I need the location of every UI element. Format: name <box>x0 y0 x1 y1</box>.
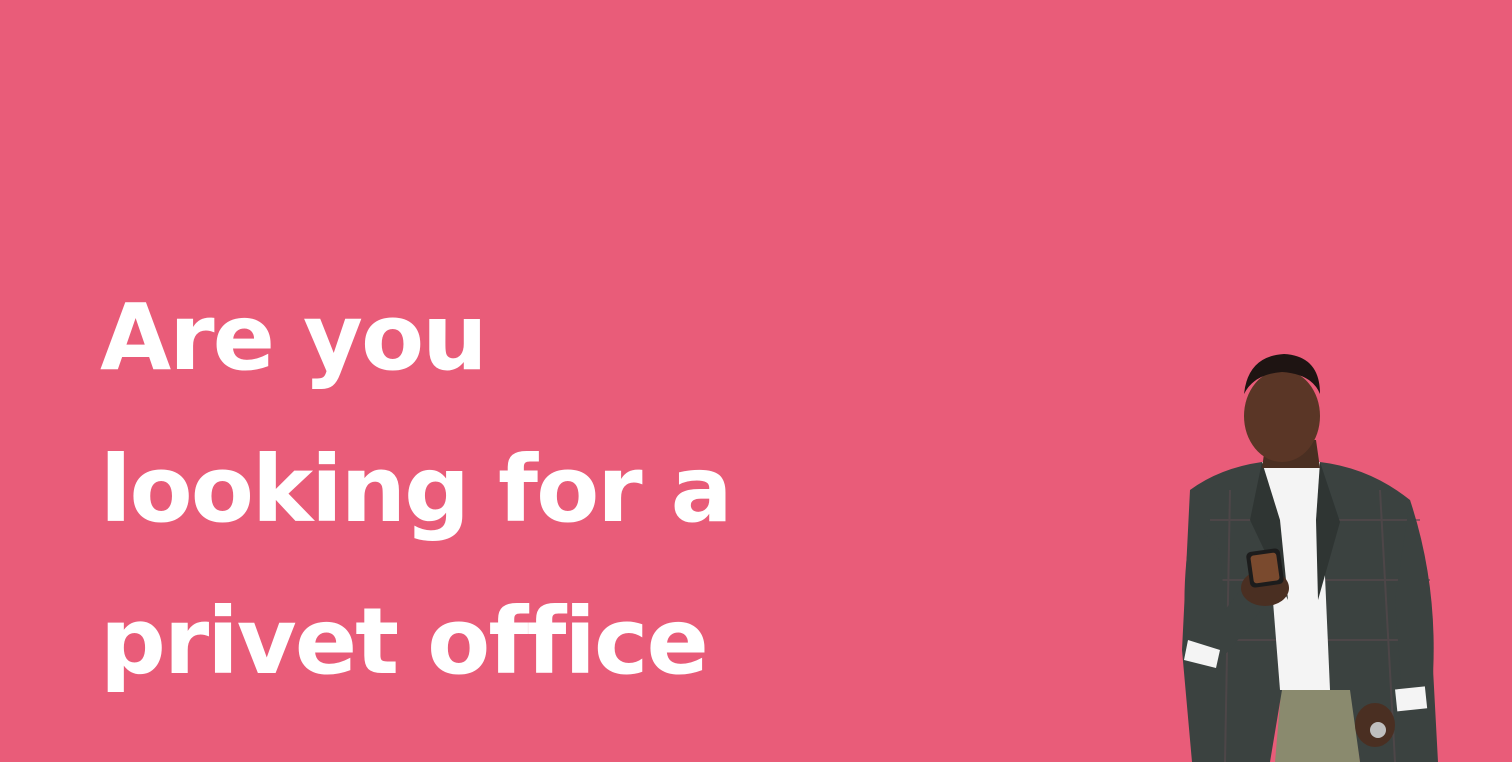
headline-line-2: looking for a <box>100 436 733 543</box>
headline-line-3: privet office <box>100 588 709 695</box>
headline-line-1: Are you <box>100 284 488 391</box>
man-with-phone-photo <box>1170 350 1450 762</box>
headline: Are you looking for a privet office <box>100 262 860 718</box>
